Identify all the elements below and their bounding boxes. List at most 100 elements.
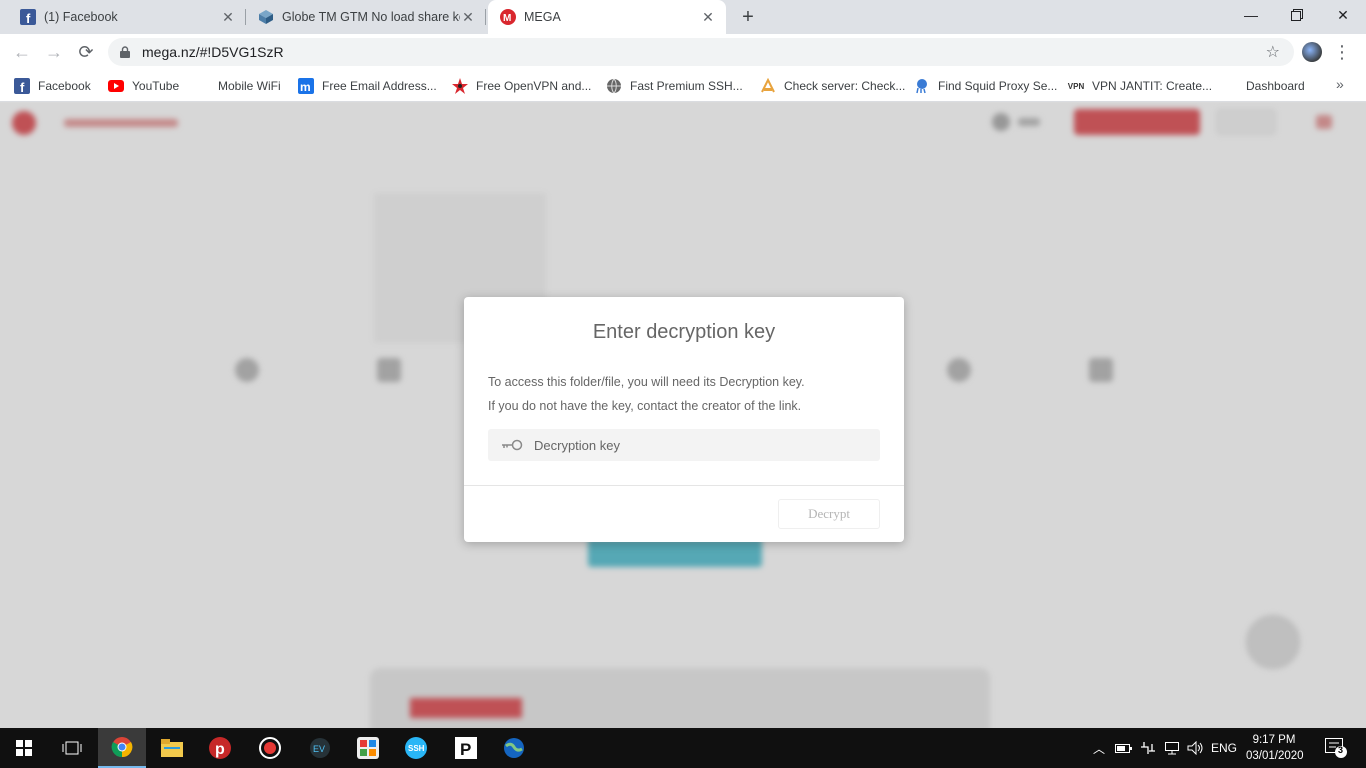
taskbar-app-ev[interactable]: EV bbox=[296, 728, 344, 768]
facebook-icon: f bbox=[20, 9, 36, 25]
decryption-key-input[interactable] bbox=[534, 437, 854, 453]
reload-button[interactable]: ⟳ bbox=[72, 38, 100, 66]
record-icon bbox=[259, 737, 281, 759]
language-indicator[interactable]: ENG bbox=[1208, 728, 1240, 768]
bookmark-label: Dashboard bbox=[1246, 79, 1305, 93]
bookmark-star-icon[interactable]: ☆ bbox=[1266, 42, 1280, 62]
bookmark-label: Facebook bbox=[38, 79, 91, 93]
browser-menu-icon[interactable]: ⋮ bbox=[1333, 38, 1351, 66]
svg-text:SSH: SSH bbox=[408, 744, 425, 753]
bookmark-check-server[interactable]: Check server: Check... bbox=[760, 76, 905, 96]
vpn-star-icon bbox=[452, 78, 468, 94]
maximize-button[interactable] bbox=[1274, 0, 1320, 30]
volume-icon[interactable] bbox=[1186, 728, 1206, 768]
tab-title: (1) Facebook bbox=[44, 10, 118, 24]
ethernet-icon[interactable] bbox=[1162, 728, 1182, 768]
address-bar[interactable]: mega.nz/#!D5VG1SzR ☆ bbox=[108, 38, 1294, 66]
server-icon bbox=[760, 78, 776, 94]
bookmark-youtube[interactable]: YouTube bbox=[108, 76, 179, 96]
globe-icon bbox=[606, 78, 622, 94]
ev-icon: EV bbox=[310, 738, 330, 758]
close-window-button[interactable]: ✕ bbox=[1320, 0, 1366, 30]
bookmarks-overflow-icon[interactable]: » bbox=[1336, 76, 1344, 92]
taskbar-file-explorer[interactable] bbox=[148, 728, 196, 768]
dialog-message-line-2: If you do not have the key, contact the … bbox=[488, 399, 802, 413]
clock-date: 03/01/2020 bbox=[1246, 750, 1304, 762]
bookmark-facebook[interactable]: f Facebook bbox=[14, 76, 91, 96]
bookmark-label: Free Email Address... bbox=[322, 79, 437, 93]
bookmark-fast-premium-ssh[interactable]: Fast Premium SSH... bbox=[606, 76, 743, 96]
bookmark-free-email[interactable]: m Free Email Address... bbox=[298, 76, 437, 96]
svg-text:p: p bbox=[215, 741, 225, 758]
forward-button[interactable]: → bbox=[40, 38, 68, 66]
start-button[interactable] bbox=[0, 728, 48, 768]
bookmark-label: Find Squid Proxy Se... bbox=[938, 79, 1058, 93]
back-button[interactable]: ← bbox=[8, 38, 36, 66]
squid-icon bbox=[914, 78, 930, 94]
youtube-icon bbox=[108, 78, 124, 94]
svg-text:EV: EV bbox=[313, 744, 325, 754]
bookmark-find-squid-proxy[interactable]: Find Squid Proxy Se... bbox=[914, 76, 1057, 96]
task-view-button[interactable] bbox=[48, 728, 96, 768]
windows-logo-icon bbox=[16, 740, 32, 756]
m-icon: m bbox=[298, 78, 314, 94]
action-center-button[interactable]: 3 bbox=[1318, 728, 1354, 768]
ssh-icon: SSH bbox=[405, 737, 427, 759]
bookmark-vpn-jantit[interactable]: VPN VPN JANTIT: Create... bbox=[1068, 76, 1212, 96]
clock-time: 9:17 PM bbox=[1252, 734, 1296, 746]
tab-title: Globe TM GTM No load share ko bbox=[282, 10, 460, 24]
tab-strip: f (1) Facebook ✕ Globe TM GTM No load sh… bbox=[0, 0, 1366, 34]
bookmark-label: YouTube bbox=[132, 79, 180, 93]
svg-text:M: M bbox=[503, 13, 511, 24]
svg-text:m: m bbox=[300, 80, 311, 94]
bookmarks-bar: f Facebook YouTube Mobile WiFi m Free Em… bbox=[0, 70, 1366, 102]
taskbar-p-app[interactable]: P bbox=[442, 728, 490, 768]
taskbar-globe-app[interactable] bbox=[490, 728, 538, 768]
taskbar-psiphon[interactable]: p bbox=[196, 728, 244, 768]
taskbar-chrome[interactable] bbox=[98, 728, 146, 768]
bookmark-label: Check server: Check... bbox=[784, 79, 906, 93]
bookmark-dashboard[interactable]: Dashboard bbox=[1246, 76, 1305, 96]
bookmark-mobile-wifi[interactable]: Mobile WiFi bbox=[218, 76, 281, 96]
folder-icon bbox=[161, 739, 183, 757]
bookmark-label: VPN JANTIT: Create... bbox=[1092, 79, 1213, 93]
profile-avatar[interactable] bbox=[1302, 42, 1322, 62]
bookmark-label: Free OpenVPN and... bbox=[476, 79, 592, 93]
bookmark-label: Mobile WiFi bbox=[218, 79, 281, 93]
p-app-icon: P bbox=[455, 737, 477, 759]
show-hidden-icons[interactable]: ︿ bbox=[1090, 728, 1108, 768]
close-icon[interactable]: ✕ bbox=[700, 9, 716, 25]
facebook-icon: f bbox=[14, 78, 30, 94]
vpn-icon: VPN bbox=[1067, 81, 1085, 91]
bookmark-label: Fast Premium SSH... bbox=[630, 79, 743, 93]
bookmark-free-openvpn[interactable]: Free OpenVPN and... bbox=[452, 76, 591, 96]
windows-taskbar: p EV SSH P ︿ ENG 9:17 PM 03/01/2020 3 bbox=[0, 728, 1366, 768]
dialog-title: Enter decryption key bbox=[592, 321, 776, 343]
decryption-key-dialog: Enter decryption key To access this fold… bbox=[464, 297, 904, 542]
notification-count: 3 bbox=[1338, 745, 1344, 755]
taskbar-app-grid[interactable] bbox=[344, 728, 392, 768]
close-icon[interactable]: ✕ bbox=[460, 9, 476, 25]
system-clock[interactable]: 9:17 PM 03/01/2020 bbox=[1246, 732, 1304, 764]
globe-app-icon bbox=[504, 738, 524, 758]
svg-text:f: f bbox=[26, 11, 31, 25]
new-tab-button[interactable]: + bbox=[736, 5, 760, 29]
taskbar-recorder[interactable] bbox=[246, 728, 294, 768]
key-icon bbox=[500, 438, 524, 452]
minimize-button[interactable]: — bbox=[1228, 0, 1274, 30]
battery-icon[interactable] bbox=[1114, 728, 1134, 768]
svg-text:P: P bbox=[460, 740, 471, 759]
taskbar-ssh[interactable]: SSH bbox=[392, 728, 440, 768]
notification-icon bbox=[1325, 738, 1347, 758]
close-icon[interactable]: ✕ bbox=[220, 9, 236, 25]
decrypt-button[interactable]: Decrypt bbox=[778, 499, 880, 529]
tab-facebook[interactable]: f (1) Facebook ✕ bbox=[0, 0, 246, 34]
tab-title: MEGA bbox=[524, 10, 561, 24]
chrome-icon bbox=[111, 737, 133, 758]
cube-icon bbox=[258, 9, 274, 25]
network-adapter-icon[interactable] bbox=[1138, 728, 1158, 768]
decryption-key-field[interactable] bbox=[488, 429, 880, 461]
tab-globe-tm[interactable]: Globe TM GTM No load share ko ✕ bbox=[246, 0, 486, 34]
dialog-divider bbox=[464, 485, 904, 486]
tab-mega[interactable]: M MEGA ✕ bbox=[488, 0, 726, 34]
